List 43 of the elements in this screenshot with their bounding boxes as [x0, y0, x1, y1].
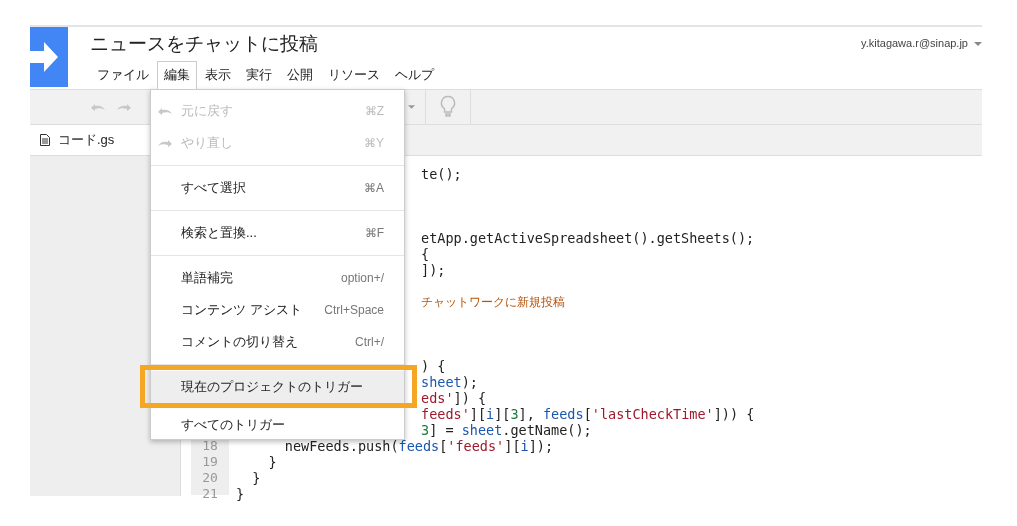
code-line: sheet); — [421, 374, 478, 390]
code-line: ) { — [421, 358, 446, 374]
menu-option[interactable]: コンテンツ アシスト Ctrl+Space — [151, 294, 404, 326]
menu-option[interactable]: 現在のプロジェクトのトリガー — [151, 371, 404, 403]
line-number: 19 — [201, 454, 219, 470]
caret-icon[interactable] — [974, 42, 982, 46]
redo-icon — [157, 138, 173, 148]
undo-icon[interactable] — [90, 102, 106, 112]
arrow-logo-icon — [30, 27, 68, 87]
menu-option[interactable]: 単語補完 option+/ — [151, 262, 404, 294]
redo-icon[interactable] — [116, 102, 132, 112]
menu-option[interactable]: すべて選択 ⌘A — [151, 172, 404, 204]
code-line: eds']) { — [421, 390, 487, 406]
project-title[interactable]: ニュースをチャットに投稿 — [90, 31, 318, 57]
undo-icon — [157, 106, 173, 116]
code-line: ]); — [421, 262, 446, 278]
menu-item[interactable]: 公開 — [280, 61, 320, 89]
code-line: チャットワークに新規投稿 — [421, 294, 565, 310]
code-line: 3] = sheet.getName(); — [421, 422, 592, 438]
line-number: 21 — [201, 486, 219, 502]
code-line: feeds'][i][3], feeds['lastCheckTime'])) { — [421, 406, 755, 422]
code-line: te(); — [421, 166, 462, 182]
menu-item[interactable]: 表示 — [198, 61, 238, 89]
code-line: } — [267, 454, 277, 470]
document-icon — [40, 134, 50, 146]
menu-option[interactable]: コメントの切り替え Ctrl+/ — [151, 326, 404, 358]
menu-option[interactable]: すべてのトリガー — [151, 409, 404, 441]
line-number: 18 — [201, 438, 219, 454]
menu-item[interactable]: リソース — [321, 61, 387, 89]
menu-item[interactable]: ファイル — [90, 61, 156, 89]
code-line: } — [236, 486, 245, 502]
code-line: newFeeds.push(feeds['feeds'][i]); — [283, 438, 554, 454]
menu-option[interactable]: 検索と置換... ⌘F — [151, 217, 404, 249]
line-number: 20 — [201, 470, 219, 486]
code-line: { — [421, 246, 430, 262]
lightbulb-icon[interactable] — [440, 95, 456, 119]
account-email[interactable]: y.kitagawa.r@sinap.jp — [861, 37, 968, 49]
code-line: } — [251, 470, 261, 486]
code-line: etApp.getActiveSpreadsheet().getSheets(); — [421, 230, 755, 246]
menu-item[interactable]: 実行 — [239, 61, 279, 89]
caret-icon[interactable] — [408, 105, 415, 109]
menu-item[interactable]: 編集 — [157, 61, 197, 89]
menu-item[interactable]: ヘルプ — [388, 61, 441, 89]
